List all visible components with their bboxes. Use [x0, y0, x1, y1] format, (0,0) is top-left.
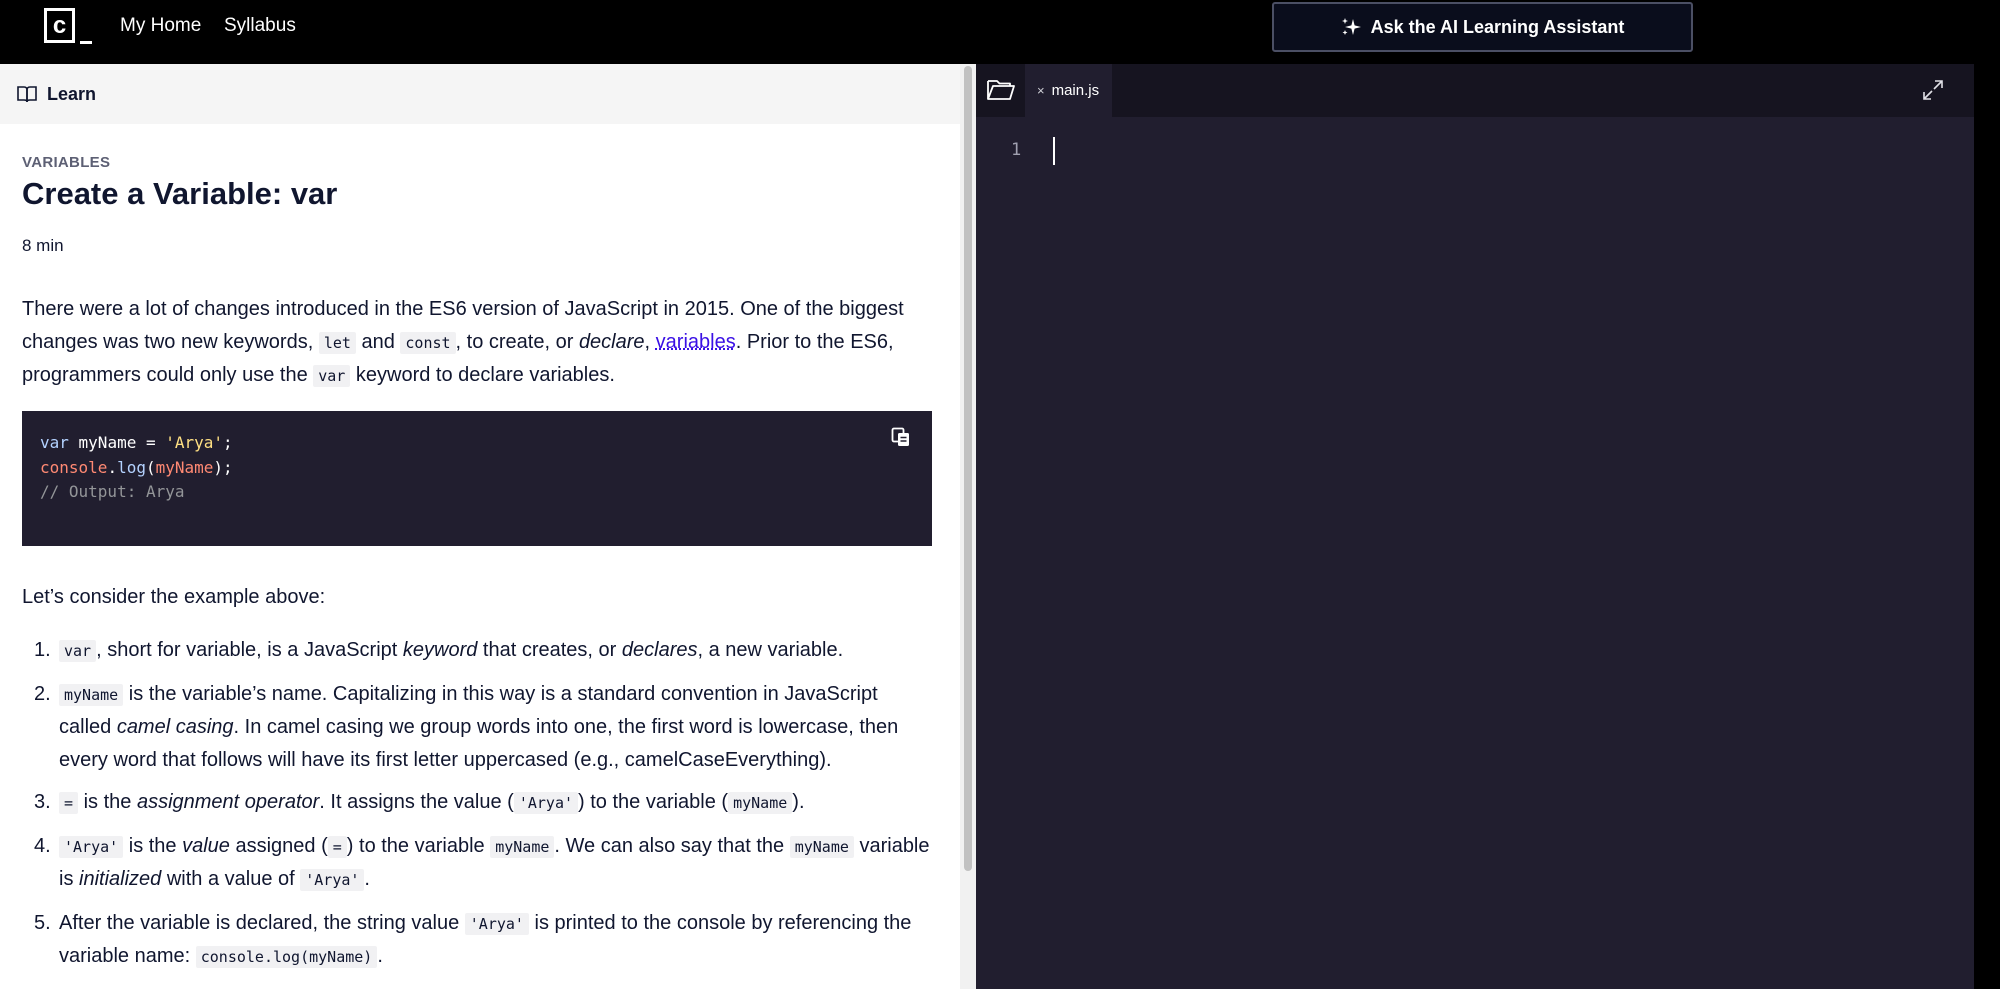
top-navbar: c My Home Syllabus Ask the AI Learning A…: [0, 0, 2000, 64]
emphasis-text: camel casing: [116, 716, 234, 738]
list-text: .: [377, 945, 383, 967]
sparkle-icon: [1341, 18, 1361, 35]
variables-link[interactable]: variables: [656, 331, 736, 353]
emphasis-text: value: [182, 834, 230, 857]
inline-code: const: [400, 331, 456, 354]
list-item: 2. myName is the variable’s name. Capital…: [22, 678, 932, 777]
list-text: After the variable is declared, the stri…: [59, 911, 465, 934]
code-token: 'Arya': [165, 433, 224, 452]
book-icon: [17, 86, 37, 103]
inline-code: =: [327, 835, 347, 858]
intro-text: keyword to declare variables.: [350, 364, 615, 386]
inline-code: 'Arya': [300, 869, 365, 891]
code-token: ;: [223, 433, 233, 452]
list-item: 1. var, short for variable, is a JavaScri…: [22, 634, 932, 668]
learn-panel: Learn VARIABLES Create a Variable: var 8…: [0, 64, 960, 989]
editor-tab-bar: × main.js: [976, 64, 1974, 117]
close-tab-icon[interactable]: ×: [1037, 83, 1045, 98]
inline-code: 'Arya': [59, 835, 124, 858]
folder-icon[interactable]: [986, 74, 1016, 104]
list-number: 3.: [34, 791, 51, 813]
code-example-block: var myName = 'Arya'; console.log(myName)…: [22, 411, 932, 546]
inline-code: console.log(myName): [195, 946, 378, 968]
code-comment: // Output: Arya: [40, 482, 185, 501]
code-token: myName =: [68, 433, 166, 452]
list-text: ).: [792, 791, 805, 813]
lesson-duration: 8 min: [22, 236, 64, 255]
learn-header-label: Learn: [47, 83, 97, 104]
emphasis-text: assignment operator: [136, 791, 320, 813]
editor-tab-main-js[interactable]: × main.js: [1025, 64, 1112, 117]
nav-syllabus[interactable]: Syllabus: [224, 15, 296, 37]
emphasis-text: declares: [621, 639, 698, 661]
line-number: 1: [1011, 140, 1022, 160]
code-token: var: [40, 433, 69, 452]
inline-code: let: [318, 331, 356, 354]
code-token: log: [117, 457, 146, 477]
list-text: with a value of: [161, 868, 301, 890]
lesson-eyebrow: VARIABLES: [22, 154, 111, 171]
code-token: (: [145, 457, 156, 477]
intro-paragraph: There were a lot of changes introduced i…: [22, 293, 932, 393]
intro-text: , to create, or: [455, 330, 579, 353]
inline-code: var: [59, 640, 97, 662]
inline-code: 'Arya': [513, 792, 579, 814]
intro-text: and: [355, 330, 401, 353]
code-example: var myName = 'Arya'; console.log(myName)…: [40, 431, 233, 505]
code-input-area[interactable]: [1046, 124, 1956, 974]
right-edge: [1974, 64, 2000, 989]
code-token: );: [213, 457, 233, 477]
learn-scrollbar-thumb[interactable]: [964, 66, 972, 871]
logo-letter: c: [52, 12, 67, 39]
copy-icon[interactable]: [891, 427, 911, 447]
inline-code: =: [59, 792, 79, 814]
list-number: 1.: [34, 639, 51, 661]
lesson-title: Create a Variable: var: [22, 176, 338, 211]
tab-filename: main.js: [1051, 82, 1100, 99]
code-token: .: [107, 457, 118, 477]
emphasis-text: declare: [578, 330, 645, 353]
code-editor: × main.js 1: [976, 64, 1974, 989]
list-text: is the: [78, 791, 137, 813]
list-number: 5.: [34, 911, 51, 934]
inline-code: myName: [728, 792, 793, 814]
expand-icon[interactable]: [1922, 79, 1944, 101]
explanation-list: 1. var, short for variable, is a JavaScri…: [22, 634, 932, 984]
list-text: is the: [123, 834, 183, 857]
list-text: assigned (: [229, 834, 328, 857]
ai-button-label: Ask the AI Learning Assistant: [1370, 16, 1625, 37]
inline-code: myName: [59, 683, 124, 706]
emphasis-text: initialized: [79, 868, 162, 890]
text-cursor: [1053, 137, 1055, 165]
list-text: that creates, or: [477, 639, 622, 661]
list-number: 4.: [34, 834, 51, 857]
ai-learning-assistant-button[interactable]: Ask the AI Learning Assistant: [1272, 2, 1693, 52]
inline-code: myName: [789, 835, 854, 858]
intro-text: ,: [644, 330, 656, 353]
list-number: 2.: [34, 682, 51, 705]
list-text: ) to the variable: [346, 834, 491, 857]
list-item: 4. 'Arya' is the value assigned (=) to th…: [22, 830, 932, 897]
list-item: 3. = is the assignment operator. It assig…: [22, 786, 932, 820]
inline-code: var: [313, 365, 351, 387]
inline-code: 'Arya': [464, 912, 529, 935]
list-text: , a new variable.: [697, 639, 844, 661]
emphasis-text: keyword: [402, 639, 478, 661]
code-token: myName: [155, 457, 214, 477]
list-text: .: [364, 868, 370, 890]
list-text: . It assigns the value (: [319, 791, 514, 813]
list-text: . We can also say that the: [554, 834, 790, 857]
list-text: ) to the variable (: [578, 791, 729, 813]
code-token: console: [40, 457, 108, 477]
consider-text: Let’s consider the example above:: [22, 586, 326, 608]
inline-code: myName: [490, 835, 555, 858]
logo-underscore: [80, 41, 92, 44]
nav-my-home[interactable]: My Home: [120, 15, 201, 37]
list-text: , short for variable, is a JavaScript: [96, 639, 403, 661]
codecademy-logo[interactable]: c: [44, 8, 94, 46]
list-item: 5. After the variable is declared, the st…: [22, 907, 932, 974]
learn-header: Learn: [0, 64, 960, 124]
